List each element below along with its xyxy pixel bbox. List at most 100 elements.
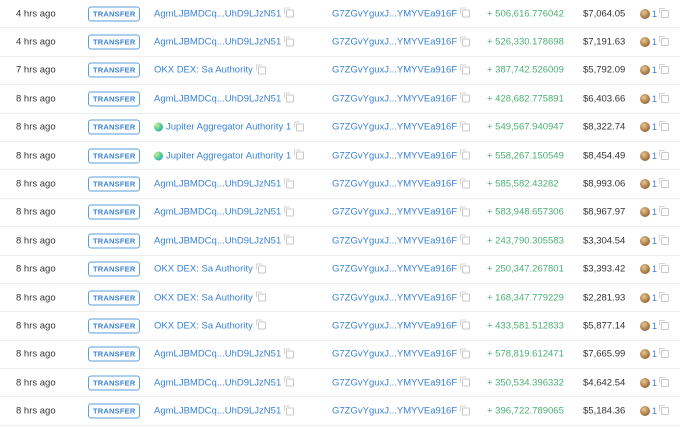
to-address-link[interactable]: G7ZGvYguxJ...YMYVEa916F: [332, 65, 457, 76]
copy-icon[interactable]: [659, 319, 670, 330]
copy-icon[interactable]: [460, 121, 471, 132]
to-address-link[interactable]: G7ZGvYguxJ...YMYVEa916F: [332, 122, 457, 133]
copy-icon[interactable]: [659, 36, 670, 47]
to-address-link[interactable]: G7ZGvYguxJ...YMYVEa916F: [332, 37, 457, 48]
copy-icon[interactable]: [460, 263, 471, 274]
copy-icon[interactable]: [659, 92, 670, 103]
from-address-link[interactable]: Jupiter Aggregator Authority 1: [166, 122, 291, 133]
token-icon[interactable]: [640, 320, 650, 331]
from-address-link[interactable]: OKX DEX: Sa Authority: [154, 65, 253, 76]
from-address: AgmLJBMDCq...UhD9LJzN51: [154, 36, 295, 48]
from-address-link[interactable]: AgmLJBMDCq...UhD9LJzN51: [154, 207, 281, 218]
from-address-link[interactable]: AgmLJBMDCq...UhD9LJzN51: [154, 235, 281, 246]
copy-icon[interactable]: [255, 64, 266, 75]
from-address-link[interactable]: AgmLJBMDCq...UhD9LJzN51: [154, 349, 281, 360]
from-address-link[interactable]: AgmLJBMDCq...UhD9LJzN51: [154, 406, 281, 417]
to-address-link[interactable]: G7ZGvYguxJ...YMYVEa916F: [332, 349, 457, 360]
copy-icon[interactable]: [460, 149, 471, 160]
transfer-badge: TRANSFER: [88, 6, 141, 22]
to-address-link[interactable]: G7ZGvYguxJ...YMYVEa916F: [332, 235, 457, 246]
token-count: 1: [652, 8, 658, 19]
copy-icon[interactable]: [659, 263, 670, 274]
copy-icon[interactable]: [460, 405, 471, 416]
token-icon[interactable]: [640, 235, 650, 246]
copy-icon[interactable]: [659, 234, 670, 245]
copy-icon[interactable]: [284, 92, 295, 103]
from-address-link[interactable]: AgmLJBMDCq...UhD9LJzN51: [154, 93, 281, 104]
to-address-link[interactable]: G7ZGvYguxJ...YMYVEa916F: [332, 377, 457, 388]
from-address-link[interactable]: AgmLJBMDCq...UhD9LJzN51: [154, 8, 281, 19]
token-icon[interactable]: [640, 122, 650, 133]
copy-icon[interactable]: [284, 36, 295, 47]
copy-icon[interactable]: [460, 376, 471, 387]
token-icon[interactable]: [640, 377, 650, 388]
copy-icon[interactable]: [659, 7, 670, 18]
copy-icon[interactable]: [659, 64, 670, 75]
from-address-link[interactable]: AgmLJBMDCq...UhD9LJzN51: [154, 179, 281, 190]
token-icon[interactable]: [640, 93, 650, 104]
copy-icon[interactable]: [659, 348, 670, 359]
to-address-link[interactable]: G7ZGvYguxJ...YMYVEa916F: [332, 207, 457, 218]
to-address-link[interactable]: G7ZGvYguxJ...YMYVEa916F: [332, 264, 457, 275]
copy-icon[interactable]: [294, 121, 305, 132]
token-icon[interactable]: [640, 406, 650, 417]
to-address-link[interactable]: G7ZGvYguxJ...YMYVEa916F: [332, 8, 457, 19]
copy-icon[interactable]: [460, 64, 471, 75]
transfer-badge: TRANSFER: [88, 261, 141, 277]
copy-icon[interactable]: [460, 291, 471, 302]
token-icon[interactable]: [640, 292, 650, 303]
copy-icon[interactable]: [659, 149, 670, 160]
copy-icon[interactable]: [460, 319, 471, 330]
copy-icon[interactable]: [255, 291, 266, 302]
to-address-link[interactable]: G7ZGvYguxJ...YMYVEa916F: [332, 93, 457, 104]
token-icon[interactable]: [640, 150, 650, 161]
from-address-link[interactable]: OKX DEX: Sa Authority: [154, 292, 253, 303]
transfer-badge: TRANSFER: [88, 346, 141, 362]
copy-icon[interactable]: [659, 376, 670, 387]
copy-icon[interactable]: [460, 7, 471, 18]
token-icon[interactable]: [640, 264, 650, 275]
from-address-link[interactable]: AgmLJBMDCq...UhD9LJzN51: [154, 377, 281, 388]
from-address-link[interactable]: Jupiter Aggregator Authority 1: [166, 150, 291, 161]
copy-icon[interactable]: [294, 149, 305, 160]
amount: + 250,347.267801: [487, 263, 564, 275]
copy-icon[interactable]: [659, 405, 670, 416]
copy-icon[interactable]: [659, 121, 670, 132]
token: 1: [640, 36, 670, 48]
copy-icon[interactable]: [460, 36, 471, 47]
to-address-link[interactable]: G7ZGvYguxJ...YMYVEa916F: [332, 320, 457, 331]
to-address-link[interactable]: G7ZGvYguxJ...YMYVEa916F: [332, 179, 457, 190]
copy-icon[interactable]: [460, 234, 471, 245]
to-address-link[interactable]: G7ZGvYguxJ...YMYVEa916F: [332, 406, 457, 417]
token-icon[interactable]: [640, 8, 650, 19]
copy-icon[interactable]: [284, 348, 295, 359]
token-count: 1: [652, 264, 658, 275]
copy-icon[interactable]: [460, 348, 471, 359]
copy-icon[interactable]: [659, 291, 670, 302]
token-icon[interactable]: [640, 65, 650, 76]
to-address-link[interactable]: G7ZGvYguxJ...YMYVEa916F: [332, 292, 457, 303]
from-address-link[interactable]: AgmLJBMDCq...UhD9LJzN51: [154, 37, 281, 48]
copy-icon[interactable]: [284, 405, 295, 416]
copy-icon[interactable]: [460, 92, 471, 103]
token-icon[interactable]: [640, 179, 650, 190]
token-icon[interactable]: [640, 37, 650, 48]
copy-icon[interactable]: [460, 206, 471, 217]
copy-icon[interactable]: [255, 319, 266, 330]
to-address: G7ZGvYguxJ...YMYVEa916F: [332, 178, 471, 190]
copy-icon[interactable]: [284, 234, 295, 245]
token-icon[interactable]: [640, 349, 650, 360]
copy-icon[interactable]: [460, 178, 471, 189]
copy-icon[interactable]: [284, 376, 295, 387]
copy-icon[interactable]: [284, 178, 295, 189]
from-address: AgmLJBMDCq...UhD9LJzN51: [154, 206, 295, 218]
copy-icon[interactable]: [284, 7, 295, 18]
from-address-link[interactable]: OKX DEX: Sa Authority: [154, 264, 253, 275]
to-address-link[interactable]: G7ZGvYguxJ...YMYVEa916F: [332, 150, 457, 161]
token-icon[interactable]: [640, 207, 650, 218]
copy-icon[interactable]: [284, 206, 295, 217]
copy-icon[interactable]: [659, 178, 670, 189]
copy-icon[interactable]: [255, 263, 266, 274]
from-address-link[interactable]: OKX DEX: Sa Authority: [154, 320, 253, 331]
copy-icon[interactable]: [659, 206, 670, 217]
